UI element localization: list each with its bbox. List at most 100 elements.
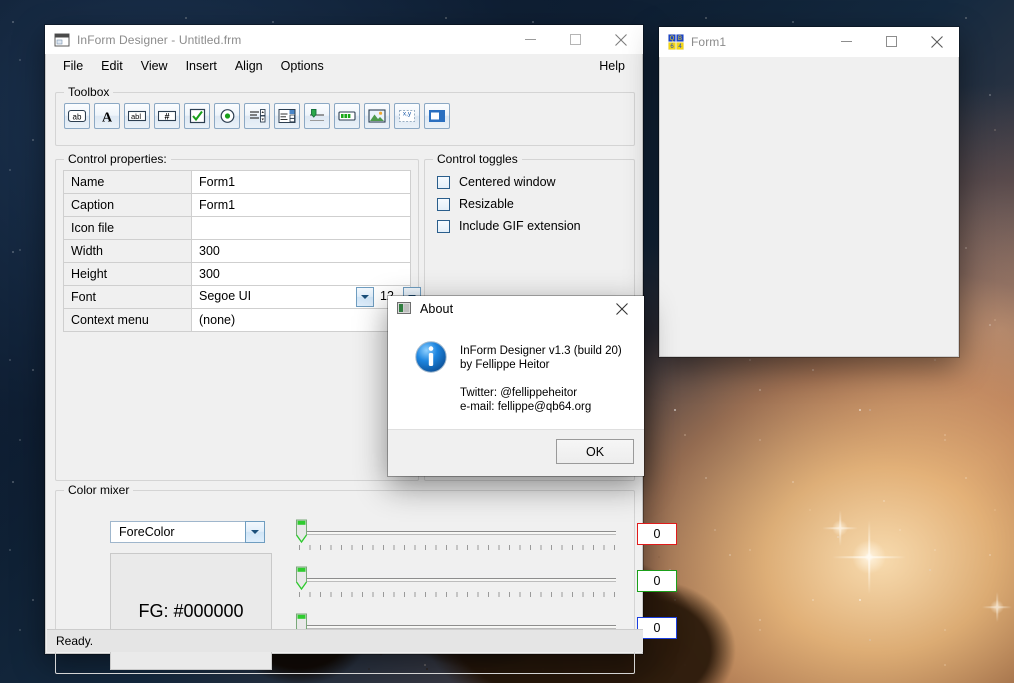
qb64-logo-icon: Q B 6 4 xyxy=(668,34,684,50)
close-icon[interactable] xyxy=(599,296,644,322)
color-value-blue[interactable]: 0 xyxy=(637,617,677,639)
maximize-icon[interactable] xyxy=(553,25,598,54)
checkbox-include-gif[interactable]: Include GIF extension xyxy=(437,219,581,233)
textbox-tool[interactable]: abl xyxy=(124,103,150,129)
about-dialog[interactable]: About InForm Designer v1.3 (build 20) by… xyxy=(388,296,644,476)
svg-text:Q: Q xyxy=(670,36,675,42)
svg-text:abl: abl xyxy=(131,112,141,121)
slider-track[interactable] xyxy=(299,578,616,582)
ok-button[interactable]: OK xyxy=(556,439,634,464)
about-footer: OK xyxy=(388,429,644,476)
prop-key-height: Height xyxy=(63,262,192,286)
progressbar-tool[interactable] xyxy=(334,103,360,129)
radio-tool[interactable] xyxy=(214,103,240,129)
prop-value-height[interactable]: 300 xyxy=(191,262,411,286)
form1-design-canvas[interactable] xyxy=(659,57,959,357)
color-value-green-text: 0 xyxy=(653,574,661,588)
checkbox-label: Include GIF extension xyxy=(459,219,581,233)
slider-red[interactable] xyxy=(291,519,616,555)
menu-item-view[interactable]: View xyxy=(132,56,177,76)
toolbox-buttons[interactable]: ab A abl # x,y xyxy=(64,103,450,129)
checkbox-box-icon[interactable] xyxy=(437,219,450,233)
prop-key-font: Font xyxy=(63,285,192,309)
color-mixer-label: Color mixer xyxy=(64,483,134,497)
chevron-down-icon xyxy=(251,530,259,534)
about-window-controls[interactable] xyxy=(599,296,644,325)
color-channel-select[interactable]: ForeColor xyxy=(110,521,265,543)
ok-button-label: OK xyxy=(585,444,605,459)
prop-key-caption: Caption xyxy=(63,193,192,217)
close-icon[interactable] xyxy=(598,25,643,54)
image-tool[interactable] xyxy=(364,103,390,129)
table-row[interactable]: Width 300 xyxy=(63,239,411,263)
control-properties-label: Control properties: xyxy=(64,152,171,166)
menu-item-help[interactable]: Help xyxy=(590,56,634,76)
checkbox-box-icon[interactable] xyxy=(437,197,450,211)
maximize-icon[interactable] xyxy=(869,27,914,56)
wallpaper-bright-star-1 xyxy=(852,540,886,574)
trackbar-tool[interactable] xyxy=(304,103,330,129)
slider-ticks xyxy=(299,592,616,597)
slider-thumb[interactable] xyxy=(295,519,308,544)
about-line-1: InForm Designer v1.3 (build 20) xyxy=(460,345,622,357)
listbox-tool[interactable] xyxy=(244,103,270,129)
menu-item-file[interactable]: File xyxy=(54,56,92,76)
color-channel-dropdown-button[interactable] xyxy=(245,521,265,543)
menu-item-align[interactable]: Align xyxy=(226,56,272,76)
table-row[interactable]: Context menu (none) xyxy=(63,308,411,332)
checkbox-resizable[interactable]: Resizable xyxy=(437,197,514,211)
minimize-icon[interactable] xyxy=(824,27,869,56)
button-tool[interactable]: ab xyxy=(64,103,90,129)
menu-item-options[interactable]: Options xyxy=(272,56,333,76)
about-line-2: by Fellippe Heitor xyxy=(460,359,550,371)
checkbox-box-icon[interactable] xyxy=(437,175,450,189)
table-row[interactable]: Icon file xyxy=(63,216,411,240)
checkbox-tool[interactable] xyxy=(184,103,210,129)
checkbox-centered-window[interactable]: Centered window xyxy=(437,175,556,189)
form1-window-controls[interactable] xyxy=(824,27,959,56)
about-title-text: About xyxy=(420,302,454,316)
prop-value-name[interactable]: Form1 xyxy=(191,170,411,194)
form1-window[interactable]: Q B 6 4 Form1 xyxy=(659,27,959,357)
table-row[interactable]: Caption Form1 xyxy=(63,193,411,217)
slider-ticks xyxy=(299,545,616,550)
svg-text:#: # xyxy=(164,111,169,121)
color-channel-select-value: ForeColor xyxy=(119,525,175,539)
slider-green[interactable] xyxy=(291,566,616,602)
prop-value-caption[interactable]: Form1 xyxy=(191,193,411,217)
inform-titlebar[interactable]: InForm Designer - Untitled.frm xyxy=(45,25,643,54)
table-row[interactable]: Font Segoe UI 12 xyxy=(63,285,421,309)
contextmenu-tool[interactable]: x,y xyxy=(394,103,420,129)
font-family-dropdown-button[interactable] xyxy=(356,287,374,307)
slider-track[interactable] xyxy=(299,531,616,535)
prop-value-iconfile[interactable] xyxy=(191,216,411,240)
table-row[interactable]: Height 300 xyxy=(63,262,411,286)
prop-value-width[interactable]: 300 xyxy=(191,239,411,263)
frame-tool[interactable] xyxy=(424,103,450,129)
control-properties-table[interactable]: Name Form1 Caption Form1 Icon file Width… xyxy=(63,170,421,332)
menu-item-insert[interactable]: Insert xyxy=(177,56,226,76)
menubar[interactable]: File Edit View Insert Align Options Help xyxy=(46,54,642,77)
inform-window-controls[interactable] xyxy=(508,25,643,54)
slider-thumb[interactable] xyxy=(295,566,308,591)
color-value-red-text: 0 xyxy=(653,527,661,541)
prop-value-contextmenu[interactable]: (none) xyxy=(191,308,411,332)
wallpaper-bright-star-2 xyxy=(832,520,848,536)
blue-info-icon xyxy=(414,340,448,379)
color-value-red[interactable]: 0 xyxy=(637,523,677,545)
label-tool[interactable]: A xyxy=(94,103,120,129)
close-icon[interactable] xyxy=(914,27,959,56)
statusbar: Ready. xyxy=(47,629,643,652)
menu-item-edit[interactable]: Edit xyxy=(92,56,132,76)
form1-titlebar[interactable]: Q B 6 4 Form1 xyxy=(659,27,959,57)
prop-value-font-cell[interactable]: Segoe UI 12 xyxy=(191,285,421,309)
color-value-green[interactable]: 0 xyxy=(637,570,677,592)
numeric-tool[interactable]: # xyxy=(154,103,180,129)
checkbox-label: Centered window xyxy=(459,175,556,189)
minimize-icon[interactable] xyxy=(508,25,553,54)
about-line-3: Twitter: @fellippeheitor xyxy=(460,387,578,399)
table-row[interactable]: Name Form1 xyxy=(63,170,411,194)
dropdownlist-tool[interactable] xyxy=(274,103,300,129)
about-titlebar[interactable]: About xyxy=(388,296,644,322)
svg-text:ab: ab xyxy=(73,113,82,122)
